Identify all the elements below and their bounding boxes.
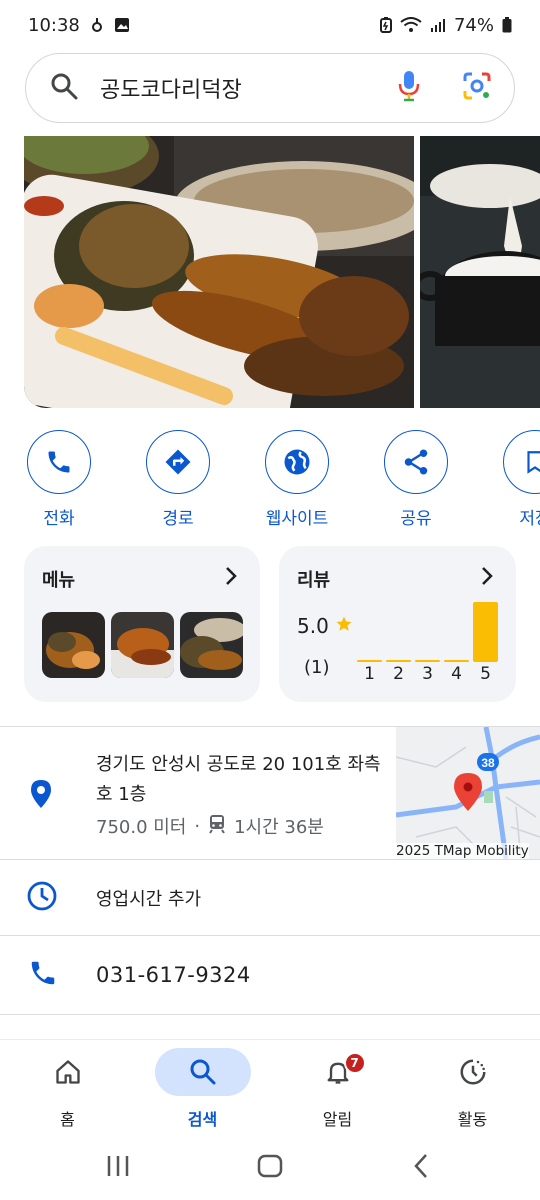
rating-summary: 5.0 bbox=[297, 614, 353, 638]
bottom-navigation: 홈 검색 7 알림 활동 bbox=[0, 1040, 540, 1140]
rating-bar-fill bbox=[473, 602, 498, 662]
rating-bar-fill bbox=[357, 660, 382, 662]
status-bar: 10:38 74% bbox=[0, 0, 540, 50]
bell-icon[interactable]: 7 bbox=[290, 1048, 386, 1096]
image-icon bbox=[114, 17, 130, 33]
save-button-label: 저장 bbox=[519, 509, 540, 529]
nav-notifications-label: 알림 bbox=[322, 1110, 353, 1129]
phone-icon bbox=[28, 958, 58, 992]
recent-apps-icon[interactable] bbox=[104, 1152, 132, 1184]
menu-thumbnail[interactable] bbox=[180, 612, 243, 678]
nav-activity-label: 활동 bbox=[457, 1110, 488, 1129]
transit-time: 1시간 36분 bbox=[234, 817, 324, 838]
menu-card-title: 메뉴 bbox=[42, 570, 76, 591]
divider bbox=[0, 1014, 540, 1015]
save-button[interactable]: 저장 bbox=[480, 430, 540, 529]
directions-button-label: 경로 bbox=[162, 509, 194, 529]
rating-bar-fill bbox=[386, 660, 411, 662]
rating-bar-5 bbox=[473, 602, 498, 662]
call-button-label: 전화 bbox=[43, 509, 75, 529]
rating-bar-label: 3 bbox=[422, 664, 433, 684]
address-text: 경기도 안성시 공도로 20 101호 좌측호 1층 bbox=[96, 754, 381, 805]
website-button-label: 웹사이트 bbox=[265, 509, 329, 529]
share-icon[interactable] bbox=[384, 430, 448, 494]
clock-icon bbox=[26, 880, 58, 916]
nav-home[interactable]: 홈 bbox=[0, 1048, 135, 1130]
chevron-right-icon[interactable] bbox=[480, 566, 494, 590]
review-count: (1) bbox=[304, 657, 330, 678]
nav-activity[interactable]: 활동 bbox=[405, 1048, 540, 1130]
rating-bar-4 bbox=[444, 602, 469, 662]
address-row[interactable]: 경기도 안성시 공도로 20 101호 좌측호 1층 750.0 미터 · 1시… bbox=[0, 727, 540, 859]
action-buttons: 전화 경로 웹사이트 공유 저장 bbox=[0, 430, 540, 530]
phone-row[interactable]: 031-617-9324 bbox=[0, 936, 540, 1014]
battery-icon bbox=[502, 17, 512, 33]
menu-thumbnails bbox=[42, 612, 243, 678]
rating-bar-3 bbox=[415, 602, 440, 662]
call-button[interactable]: 전화 bbox=[4, 430, 114, 529]
menu-thumbnail[interactable] bbox=[111, 612, 174, 678]
battery-percent: 74% bbox=[453, 14, 494, 36]
directions-button[interactable]: 경로 bbox=[123, 430, 233, 529]
rating-value: 5.0 bbox=[297, 614, 329, 638]
back-icon[interactable] bbox=[408, 1152, 436, 1184]
menu-card[interactable]: 메뉴 bbox=[24, 546, 260, 702]
globe-icon[interactable] bbox=[265, 430, 329, 494]
meta-separator: · bbox=[194, 815, 201, 837]
chevron-right-icon[interactable] bbox=[224, 566, 238, 590]
location-pin-icon bbox=[30, 779, 52, 813]
activity-icon[interactable] bbox=[425, 1048, 521, 1096]
phone-icon[interactable] bbox=[27, 430, 91, 494]
status-time: 10:38 bbox=[28, 14, 80, 36]
route-number: 38 bbox=[481, 756, 495, 770]
rating-bar-fill bbox=[415, 660, 440, 662]
website-button[interactable]: 웹사이트 bbox=[242, 430, 352, 529]
review-card-title: 리뷰 bbox=[297, 570, 331, 591]
map-attribution: 2025 TMap Mobility bbox=[396, 843, 529, 859]
nav-home-label: 홈 bbox=[60, 1110, 75, 1129]
rating-bar-fill bbox=[444, 660, 469, 662]
search-bar[interactable]: 공도코다리덕장 bbox=[25, 53, 515, 123]
search-icon[interactable] bbox=[50, 72, 78, 104]
menu-thumbnail[interactable] bbox=[42, 612, 105, 678]
bookmark-icon[interactable] bbox=[503, 430, 540, 494]
rating-bar-1 bbox=[357, 602, 382, 662]
photo-carousel[interactable] bbox=[24, 136, 540, 408]
address-meta: 750.0 미터 · 1시간 36분 bbox=[96, 813, 324, 839]
home-button-icon[interactable] bbox=[256, 1152, 284, 1184]
add-hours-label[interactable]: 영업시간 추가 bbox=[96, 885, 201, 911]
hours-row[interactable]: 영업시간 추가 bbox=[0, 860, 540, 935]
makgeolli-photo[interactable] bbox=[420, 136, 540, 408]
home-icon[interactable] bbox=[20, 1048, 116, 1096]
mic-icon[interactable] bbox=[398, 70, 420, 106]
wifi-icon bbox=[400, 17, 422, 33]
phone-number[interactable]: 031-617-9324 bbox=[96, 963, 251, 987]
nav-search[interactable]: 검색 bbox=[135, 1048, 270, 1130]
share-button-label: 공유 bbox=[400, 509, 432, 529]
battery-saver-icon bbox=[379, 17, 392, 33]
notification-badge: 7 bbox=[343, 1052, 366, 1074]
signal-icon bbox=[430, 17, 446, 33]
food-photo-main[interactable] bbox=[24, 136, 414, 408]
review-card[interactable]: 리뷰 5.0 (1) 12345 bbox=[279, 546, 516, 702]
star-icon bbox=[335, 614, 353, 638]
rating-bar-label: 4 bbox=[451, 664, 462, 684]
rating-distribution: 12345 bbox=[357, 598, 499, 684]
search-input[interactable]: 공도코다리덕장 bbox=[100, 72, 398, 104]
search-icon[interactable] bbox=[154, 1048, 251, 1096]
transit-icon bbox=[208, 814, 226, 839]
distance: 750.0 미터 bbox=[96, 817, 187, 838]
map-thumbnail[interactable]: 38 2025 TMap Mobility bbox=[396, 727, 540, 859]
nav-search-label: 검색 bbox=[187, 1110, 218, 1129]
rating-bar-label: 2 bbox=[393, 664, 404, 684]
rating-bar-label: 1 bbox=[364, 664, 375, 684]
rating-bar-2 bbox=[386, 602, 411, 662]
directions-icon[interactable] bbox=[146, 430, 210, 494]
system-navigation bbox=[0, 1140, 540, 1200]
rating-bar-label: 5 bbox=[480, 664, 491, 684]
notification-icon bbox=[90, 17, 104, 33]
nav-notifications[interactable]: 7 알림 bbox=[270, 1048, 405, 1130]
lens-icon[interactable] bbox=[462, 71, 492, 105]
share-button[interactable]: 공유 bbox=[361, 430, 471, 529]
